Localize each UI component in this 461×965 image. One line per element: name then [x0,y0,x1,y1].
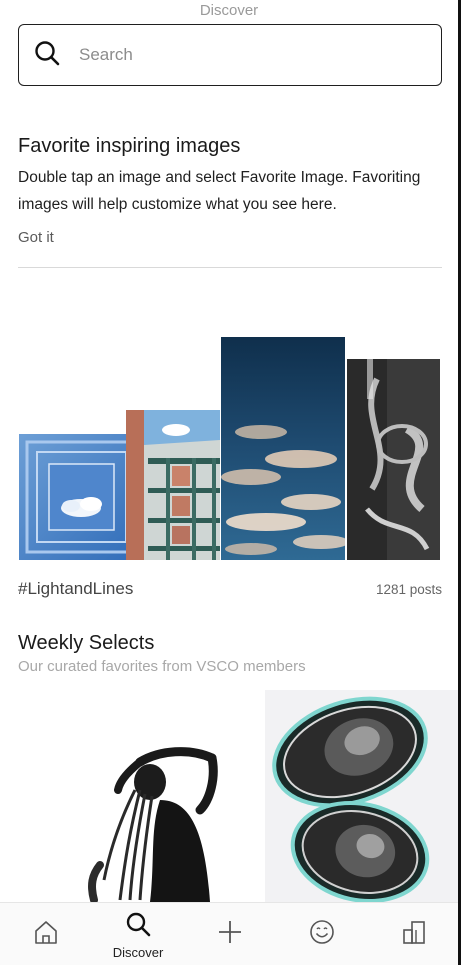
collection-photo-atrium[interactable] [126,410,220,560]
weekly-photo-mirrors[interactable] [265,690,458,902]
collection-tag[interactable]: #LightandLines [18,579,133,599]
tab-community[interactable] [282,903,362,965]
tab-discover-label: Discover [112,944,164,960]
tab-create[interactable] [190,903,270,965]
collection-photo-clouds[interactable] [221,337,345,560]
smiley-icon [308,918,336,951]
weekly-photo-dancer[interactable] [0,690,265,902]
page-title: Discover [199,2,259,19]
tab-studio[interactable] [374,903,454,965]
weekly-selects-title: Weekly Selects [18,632,155,654]
favorites-tip-title: Favorite inspiring images [18,135,241,157]
search-icon [33,39,61,72]
collection-photo-abstract[interactable] [347,359,440,560]
search-input[interactable] [79,45,379,65]
tab-discover[interactable]: Discover [98,903,178,965]
got-it-button[interactable]: Got it [18,229,54,246]
weekly-selects-subtitle: Our curated favorites from VSCO members [18,658,306,675]
home-icon [32,918,60,951]
search-icon [124,910,152,943]
plus-icon [216,918,244,951]
favorites-tip-body: Double tap an image and select Favorite … [18,169,421,213]
studio-icon [400,918,428,951]
tab-home[interactable] [6,903,86,965]
bottom-tab-bar: Discover [0,902,458,965]
divider [18,267,442,268]
search-bar[interactable] [18,24,442,86]
collection-post-count: 1281 posts [375,582,442,597]
